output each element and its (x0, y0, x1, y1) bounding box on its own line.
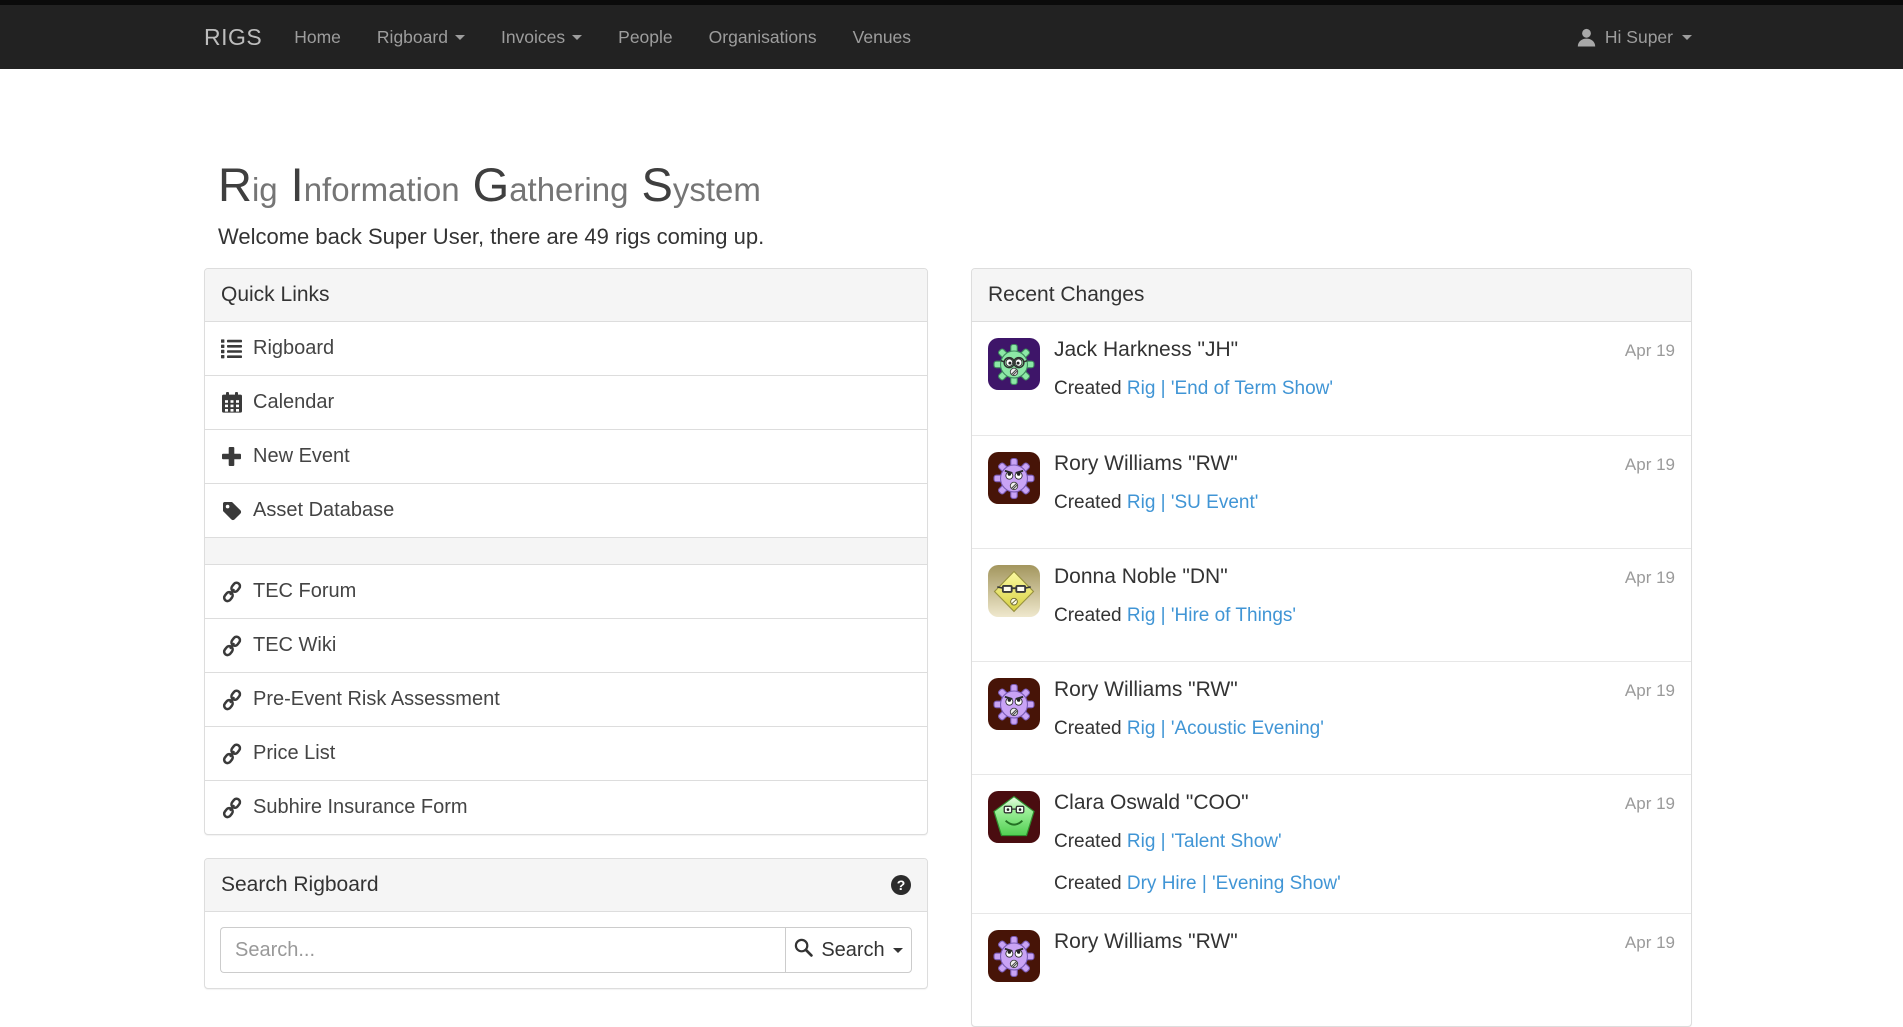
change-link[interactable]: Dry Hire | 'Evening Show' (1127, 873, 1341, 894)
nav-item-organisations[interactable]: Organisations (691, 5, 835, 69)
change-date: Apr 19 (1625, 930, 1675, 953)
list-icon (221, 338, 242, 359)
change-description: Created Rig | 'Hire of Things' (1054, 603, 1675, 629)
plus-icon (221, 447, 242, 466)
nav-item-people[interactable]: People (600, 5, 691, 69)
change-link[interactable]: Rig | 'Talent Show' (1127, 831, 1282, 852)
recent-change-row: Rory Williams "RW" Apr 19 Created Rig | … (972, 435, 1691, 548)
robot-gear-purple-on-maroon-avatar (988, 678, 1040, 730)
robot-gear-purple-on-maroon-avatar (988, 452, 1040, 504)
search-input[interactable] (220, 927, 785, 973)
person-name: Donna Noble "DN" (1054, 565, 1228, 589)
quick-link-label: Asset Database (253, 499, 394, 522)
quick-link-label: Pre-Event Risk Assessment (253, 688, 500, 711)
robot-gear-green-on-purple-avatar (988, 338, 1040, 390)
nav-menu: HomeRigboardInvoicesPeopleOrganisationsV… (276, 5, 929, 69)
recent-change-row: Clara Oswald "COO" Apr 19 Created Rig | … (972, 774, 1691, 913)
change-link[interactable]: Rig | 'SU Event' (1127, 492, 1259, 513)
person-name: Rory Williams "RW" (1054, 930, 1238, 954)
user-menu[interactable]: Hi Super (1577, 27, 1692, 48)
tag-icon (221, 501, 242, 521)
quick-link-label: Rigboard (253, 337, 334, 360)
caret-down-icon (455, 35, 465, 40)
change-description: Created Rig | 'SU Event' (1054, 490, 1675, 516)
quick-links-separator (205, 537, 927, 564)
change-date: Apr 19 (1625, 452, 1675, 475)
quick-link-label: TEC Forum (253, 580, 356, 603)
change-date: Apr 19 (1625, 338, 1675, 361)
person-name: Rory Williams "RW" (1054, 678, 1238, 702)
search-panel-title: Search Rigboard (221, 873, 379, 897)
page-title: RigInformationGatheringSystem (218, 161, 1692, 208)
search-icon (794, 938, 813, 963)
quick-link-rigboard[interactable]: Rigboard (205, 322, 927, 375)
navbar: RIGS HomeRigboardInvoicesPeopleOrganisat… (0, 0, 1903, 69)
change-date: Apr 19 (1625, 791, 1675, 814)
quick-link-tec-wiki[interactable]: TEC Wiki (205, 618, 927, 672)
recent-changes-panel: Recent Changes Jack Harkness "JH" Apr 19… (971, 268, 1692, 1027)
recent-change-row: Rory Williams "RW" Apr 19 Created Rig | … (972, 661, 1691, 774)
question-circle-icon[interactable]: ? (891, 875, 911, 895)
quick-link-asset-database[interactable]: Asset Database (205, 483, 927, 537)
recent-change-row: Rory Williams "RW" Apr 19 (972, 913, 1691, 1026)
change-description: Created Rig | 'Talent Show' (1054, 829, 1675, 855)
user-icon (1577, 28, 1596, 47)
link-icon (221, 635, 242, 657)
quick-link-new-event[interactable]: New Event (205, 429, 927, 483)
nav-item-home[interactable]: Home (276, 5, 359, 69)
user-menu-label: Hi Super (1605, 27, 1673, 48)
quick-link-label: New Event (253, 445, 350, 468)
change-link[interactable]: Rig | 'Acoustic Evening' (1127, 718, 1324, 739)
quick-link-price-list[interactable]: Price List (205, 726, 927, 780)
main-container: RigInformationGatheringSystem Welcome ba… (204, 161, 1692, 1027)
quick-link-label: Subhire Insurance Form (253, 796, 468, 819)
nav-item-rigboard[interactable]: Rigboard (359, 5, 483, 69)
quick-link-pre-event-risk-assessment[interactable]: Pre-Event Risk Assessment (205, 672, 927, 726)
change-link[interactable]: Rig | 'Hire of Things' (1127, 605, 1296, 626)
recent-changes-header: Recent Changes (972, 269, 1691, 322)
person-name: Jack Harkness "JH" (1054, 338, 1238, 362)
link-icon (221, 689, 242, 711)
nav-item-invoices[interactable]: Invoices (483, 5, 600, 69)
brand-rigs[interactable]: RIGS (204, 24, 262, 51)
change-link[interactable]: Rig | 'End of Term Show' (1127, 378, 1333, 399)
robot-gear-purple-on-maroon-avatar (988, 930, 1040, 982)
change-date: Apr 19 (1625, 678, 1675, 701)
welcome-text: Welcome back Super User, there are 49 ri… (218, 224, 1692, 250)
change-description: Created Dry Hire | 'Evening Show' (1054, 871, 1675, 897)
nav-item-venues[interactable]: Venues (835, 5, 929, 69)
link-icon (221, 581, 242, 603)
quick-link-tec-forum[interactable]: TEC Forum (205, 564, 927, 618)
robot-diamond-yellow-on-tan-avatar (988, 565, 1040, 617)
quick-link-label: Price List (253, 742, 335, 765)
change-date: Apr 19 (1625, 565, 1675, 588)
caret-down-icon (572, 35, 582, 40)
search-rigboard-panel: Search Rigboard ? Search (204, 858, 928, 989)
quick-links-header: Quick Links (205, 269, 927, 322)
change-description: Created Rig | 'End of Term Show' (1054, 376, 1675, 402)
quick-links-panel: Quick Links Rigboard Calendar New Event Ass… (204, 268, 928, 835)
recent-change-row: Jack Harkness "JH" Apr 19 Created Rig | … (972, 322, 1691, 435)
quick-link-subhire-insurance-form[interactable]: Subhire Insurance Form (205, 780, 927, 834)
person-name: Rory Williams "RW" (1054, 452, 1238, 476)
caret-down-icon (893, 948, 903, 953)
robot-pentagon-green-on-maroon-avatar (988, 791, 1040, 843)
search-button[interactable]: Search (785, 927, 912, 973)
recent-change-row: Donna Noble "DN" Apr 19 Created Rig | 'H… (972, 548, 1691, 661)
quick-link-label: Calendar (253, 391, 334, 414)
caret-down-icon (1682, 35, 1692, 40)
change-description: Created Rig | 'Acoustic Evening' (1054, 716, 1675, 742)
link-icon (221, 797, 242, 819)
link-icon (221, 743, 242, 765)
person-name: Clara Oswald "COO" (1054, 791, 1249, 815)
quick-link-label: TEC Wiki (253, 634, 336, 657)
quick-link-calendar[interactable]: Calendar (205, 375, 927, 429)
calendar-icon (221, 392, 242, 413)
recent-changes-list: Jack Harkness "JH" Apr 19 Created Rig | … (972, 322, 1691, 1026)
quick-links-list: Rigboard Calendar New Event Asset Database T… (205, 322, 927, 834)
